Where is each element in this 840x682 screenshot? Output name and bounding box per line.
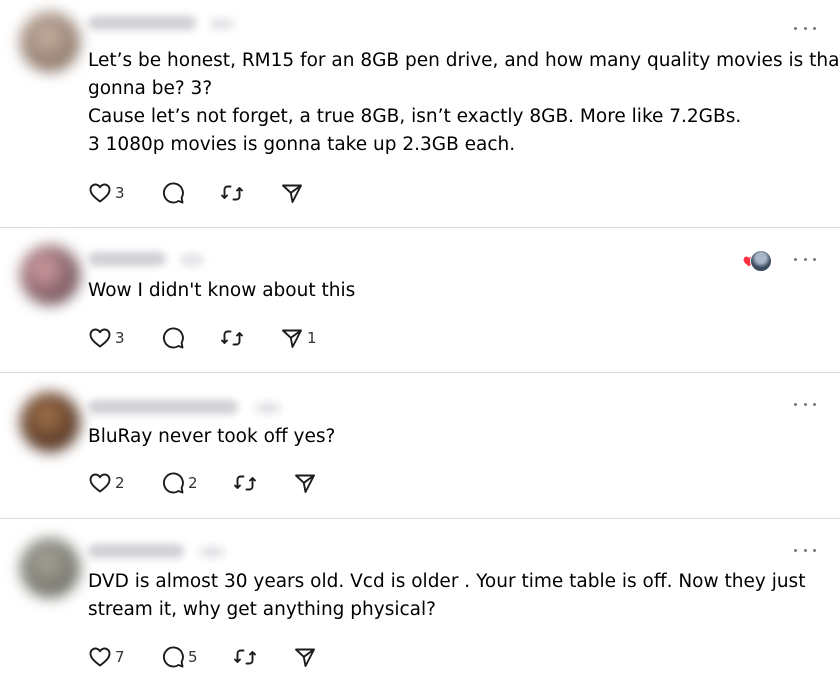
reply-text-line: BluRay never took off yes? bbox=[88, 426, 336, 447]
heart-icon bbox=[89, 647, 111, 667]
repost-button[interactable] bbox=[220, 326, 244, 350]
like-button[interactable]: 3 bbox=[88, 181, 125, 205]
action-bar: 2 2 bbox=[88, 471, 388, 495]
action-bar: 3 bbox=[88, 181, 388, 205]
comment-icon bbox=[162, 646, 184, 668]
like-button[interactable]: 3 bbox=[88, 326, 125, 350]
avatar[interactable] bbox=[20, 538, 80, 598]
post-text-line: gonna be? 3? bbox=[88, 78, 213, 99]
reply-button[interactable] bbox=[161, 326, 185, 350]
comment-icon bbox=[162, 472, 184, 494]
action-bar: 3 1 bbox=[88, 326, 388, 350]
share-button[interactable] bbox=[280, 181, 307, 205]
avatar[interactable] bbox=[20, 245, 80, 305]
thread-reply: Wow I didn't know about this 3 1 bbox=[0, 227, 840, 373]
username[interactable] bbox=[88, 544, 184, 558]
reply-count: 2 bbox=[188, 474, 198, 492]
like-button[interactable]: 2 bbox=[88, 471, 125, 495]
post-text: Let’s be honest, RM15 for an 8GB pen dri… bbox=[88, 47, 840, 159]
heart-icon bbox=[89, 473, 111, 493]
reply-text-line: DVD is almost 30 years old. Vcd is older… bbox=[88, 571, 806, 592]
send-icon bbox=[282, 184, 302, 203]
avatar[interactable] bbox=[20, 12, 80, 72]
more-options-icon[interactable] bbox=[794, 540, 816, 560]
thread-reply: BluRay never took off yes? 2 2 bbox=[0, 372, 840, 519]
reply-text-line: stream it, why get anything physical? bbox=[88, 599, 436, 620]
timestamp bbox=[200, 546, 224, 558]
like-button[interactable]: 7 bbox=[88, 645, 125, 669]
send-icon bbox=[295, 474, 315, 493]
avatar[interactable] bbox=[20, 392, 80, 452]
share-button[interactable]: 1 bbox=[280, 326, 317, 350]
repost-icon bbox=[221, 185, 243, 201]
repost-button[interactable] bbox=[233, 645, 257, 669]
comment-icon bbox=[162, 182, 184, 204]
repost-button[interactable] bbox=[220, 181, 244, 205]
share-count: 1 bbox=[307, 329, 317, 347]
thread-post: Let’s be honest, RM15 for an 8GB pen dri… bbox=[0, 0, 840, 228]
like-count: 7 bbox=[115, 648, 125, 666]
timestamp bbox=[256, 402, 280, 414]
send-icon bbox=[295, 648, 315, 667]
repost-button[interactable] bbox=[233, 471, 257, 495]
reply-text-line: Wow I didn't know about this bbox=[88, 280, 356, 301]
heart-icon bbox=[89, 328, 111, 348]
username[interactable] bbox=[88, 16, 196, 30]
action-bar: 7 5 bbox=[88, 645, 388, 669]
more-options-icon[interactable] bbox=[794, 18, 816, 38]
username[interactable] bbox=[88, 400, 238, 414]
more-options-icon[interactable] bbox=[794, 394, 816, 414]
share-button[interactable] bbox=[293, 471, 320, 495]
reply-button[interactable]: 5 bbox=[161, 645, 198, 669]
author-avatar bbox=[750, 250, 772, 272]
more-options-icon[interactable] bbox=[794, 249, 816, 269]
comment-icon bbox=[162, 327, 184, 349]
username[interactable] bbox=[88, 252, 166, 266]
post-text-line: Cause let’s not forget, a true 8GB, isn’… bbox=[88, 106, 742, 127]
repost-icon bbox=[234, 475, 256, 491]
like-count: 3 bbox=[115, 329, 125, 347]
like-count: 3 bbox=[115, 184, 125, 202]
reply-text: Wow I didn't know about this bbox=[88, 277, 816, 305]
liked-by-author-badge bbox=[742, 249, 772, 273]
heart-icon bbox=[89, 183, 111, 203]
send-icon bbox=[282, 329, 302, 348]
repost-icon bbox=[234, 649, 256, 665]
timestamp bbox=[210, 18, 234, 30]
like-count: 2 bbox=[115, 474, 125, 492]
reply-count: 5 bbox=[188, 648, 198, 666]
post-text-line: Let’s be honest, RM15 for an 8GB pen dri… bbox=[88, 50, 840, 71]
reply-text: DVD is almost 30 years old. Vcd is older… bbox=[88, 568, 816, 624]
reply-text: BluRay never took off yes? bbox=[88, 423, 816, 451]
thread-reply: DVD is almost 30 years old. Vcd is older… bbox=[0, 518, 840, 682]
share-button[interactable] bbox=[293, 645, 320, 669]
reply-button[interactable]: 2 bbox=[161, 471, 198, 495]
timestamp bbox=[180, 254, 204, 266]
reply-button[interactable] bbox=[161, 181, 185, 205]
repost-icon bbox=[221, 330, 243, 346]
post-text-line: 3 1080p movies is gonna take up 2.3GB ea… bbox=[88, 134, 516, 155]
